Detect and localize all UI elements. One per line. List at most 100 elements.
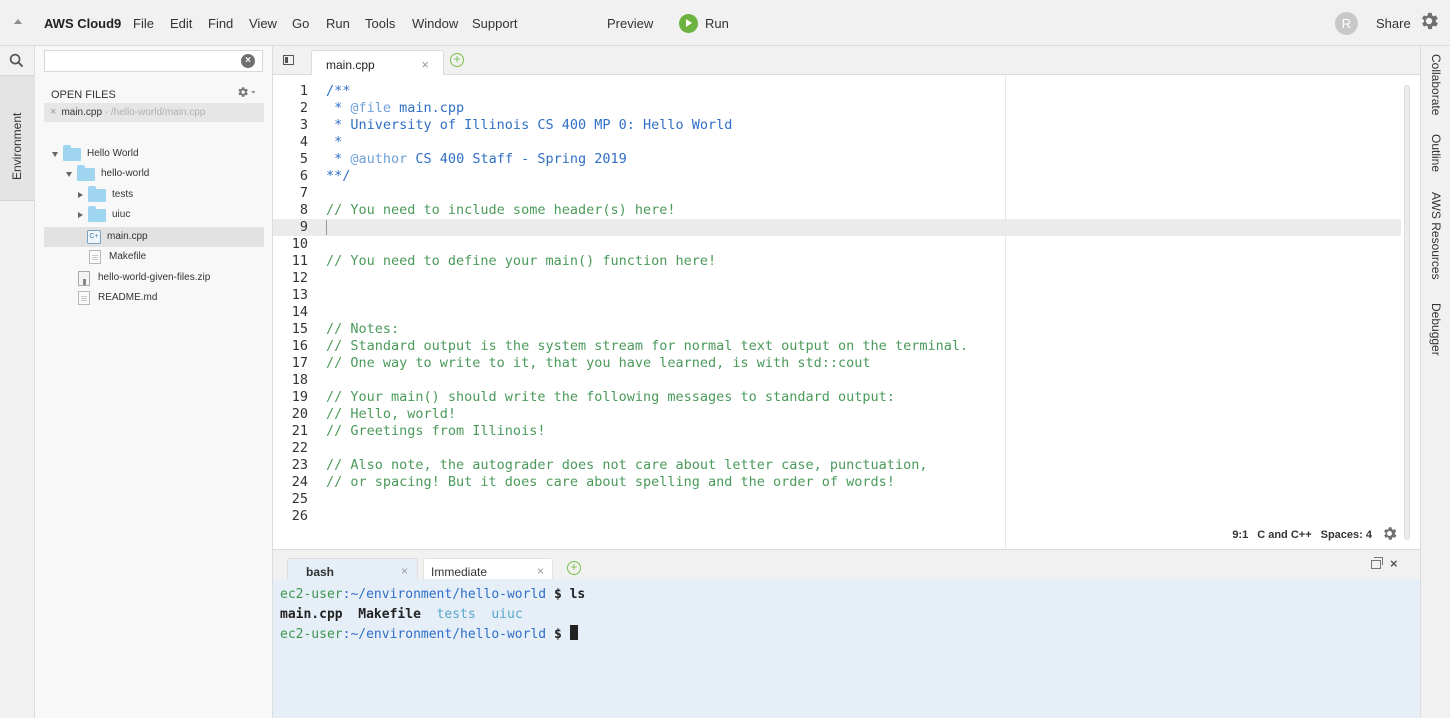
zip-file-icon: [78, 270, 90, 286]
file-icon: [78, 291, 90, 305]
ls-dir: uiuc: [491, 607, 523, 622]
tree-item-main-cpp[interactable]: C+ main.cpp: [44, 227, 264, 247]
line-number: 14: [291, 304, 308, 320]
menu-find[interactable]: Find: [208, 16, 233, 31]
gear-icon[interactable]: [1418, 10, 1440, 35]
ls-file: Makefile: [358, 607, 421, 622]
line-number: 2: [299, 100, 308, 116]
prompt-path: :~/environment/hello-world: [342, 587, 547, 602]
language-mode[interactable]: C and C++: [1257, 529, 1311, 541]
tree-item-label: README.md: [98, 292, 158, 303]
tree-item-readme[interactable]: README.md: [78, 288, 157, 308]
line-number: 23: [291, 457, 308, 473]
open-file-item[interactable]: × main.cpp - /hello-world/main.cpp: [44, 103, 264, 122]
line-number: 15: [291, 321, 308, 337]
code-line: /**: [326, 83, 351, 99]
menu-go[interactable]: Go: [292, 16, 309, 31]
prompt-user: ec2-user: [280, 627, 343, 642]
run-button[interactable]: Run: [679, 13, 729, 33]
file-icon: [89, 250, 101, 264]
expanded-arrow-icon[interactable]: [52, 151, 58, 157]
terminal-scrollbar[interactable]: [1402, 579, 1414, 718]
code-editor[interactable]: 1 2 3 4 5 6 7 8 9 10 11 12 13 14 15 16 17 18 19 20 21 22 23 24 2…: [273, 75, 1420, 549]
menu-support[interactable]: Support: [472, 16, 518, 31]
close-tab-icon[interactable]: ×: [421, 57, 429, 72]
clear-search-icon[interactable]: ×: [241, 54, 255, 68]
file-search-input[interactable]: [45, 51, 235, 71]
menu-file[interactable]: File: [133, 16, 154, 31]
close-tab-icon[interactable]: ×: [401, 564, 408, 578]
terminal-tab-label: Immediate: [431, 565, 488, 579]
prompt-path: :~/environment/hello-world: [342, 627, 547, 642]
active-line-highlight: [321, 219, 1401, 236]
indent-setting[interactable]: Spaces: 4: [1321, 529, 1372, 541]
menu-edit[interactable]: Edit: [170, 16, 192, 31]
tab-environment[interactable]: Environment: [0, 75, 35, 201]
tab-bash[interactable]: bash ×: [287, 558, 418, 581]
tree-item-label: hello-world: [101, 168, 150, 179]
file-tree-panel: × OPEN FILES × main.cpp - /hello-world/ma…: [35, 46, 273, 718]
tree-item-label: Makefile: [109, 251, 147, 262]
open-files-settings-icon[interactable]: [237, 85, 257, 102]
close-panel-icon[interactable]: ×: [1390, 556, 1398, 571]
line-number: 7: [299, 185, 308, 201]
tree-item-label: hello-world-given-files.zip: [98, 272, 211, 283]
share-button[interactable]: Share: [1376, 16, 1411, 31]
collapsed-arrow-icon[interactable]: [78, 212, 83, 218]
tab-aws-resources[interactable]: AWS Resources: [1429, 192, 1443, 280]
code-line: * @file main.cpp: [326, 100, 465, 116]
tree-item-uiuc[interactable]: uiuc: [78, 205, 130, 225]
terminal-line: main.cpp Makefile tests uiuc: [280, 605, 523, 625]
brand-menu[interactable]: AWS Cloud9: [44, 16, 121, 31]
editor-settings-gear-icon[interactable]: [1381, 525, 1398, 545]
terminal-line: ec2-user:~/environment/hello-world $: [280, 625, 578, 645]
menu-run[interactable]: Run: [326, 16, 350, 31]
terminal[interactable]: ec2-user:~/environment/hello-world $ ls …: [273, 579, 1420, 718]
close-tab-icon[interactable]: ×: [537, 564, 544, 578]
line-number: 19: [291, 389, 308, 405]
ls-file: main.cpp: [280, 607, 343, 622]
line-number: 20: [291, 406, 308, 422]
tab-outline[interactable]: Outline: [1429, 134, 1443, 172]
avatar[interactable]: R: [1335, 12, 1358, 35]
menu-window[interactable]: Window: [412, 16, 458, 31]
tab-main-cpp[interactable]: main.cpp ×: [311, 50, 444, 76]
code-line: * @author CS 400 Staff - Spring 2019: [326, 151, 627, 167]
cursor-position[interactable]: 9:1: [1232, 529, 1248, 541]
tab-debugger[interactable]: Debugger: [1429, 303, 1443, 356]
code-line: // You need to define your main() functi…: [326, 253, 717, 269]
code-line: * University of Illinois CS 400 MP 0: He…: [326, 117, 733, 133]
collapsed-arrow-icon[interactable]: [78, 192, 83, 198]
tree-item-zip[interactable]: hello-world-given-files.zip: [78, 268, 210, 288]
line-number: 11: [291, 253, 308, 269]
open-files-title: OPEN FILES: [51, 89, 116, 101]
editor-scrollbar[interactable]: [1404, 85, 1410, 540]
tree-item-hello-world-root[interactable]: Hello World: [52, 144, 139, 164]
add-terminal-icon[interactable]: +: [567, 561, 581, 575]
tree-item-makefile[interactable]: Makefile: [89, 247, 146, 267]
code-line: **/: [326, 168, 351, 184]
add-tab-icon[interactable]: +: [450, 53, 464, 67]
close-file-icon[interactable]: ×: [50, 106, 56, 118]
tab-immediate[interactable]: Immediate ×: [423, 558, 553, 581]
restore-panel-icon[interactable]: [1371, 557, 1383, 569]
tab-list-icon[interactable]: [283, 55, 294, 65]
line-number: 6: [299, 168, 308, 184]
cpp-file-icon: C+: [87, 230, 101, 244]
tree-item-hello-world[interactable]: hello-world: [66, 164, 149, 184]
preview-button[interactable]: Preview: [607, 16, 653, 31]
line-number: 25: [291, 491, 308, 507]
terminal-tab-bar: bash × Immediate × + ×: [273, 549, 1420, 581]
text-cursor: [326, 220, 327, 235]
collapse-menu-icon[interactable]: [14, 19, 22, 24]
tab-collaborate[interactable]: Collaborate: [1429, 54, 1443, 115]
line-number: 9: [299, 219, 308, 235]
run-label: Run: [705, 15, 729, 31]
tree-item-label: tests: [112, 189, 134, 200]
menu-view[interactable]: View: [249, 16, 277, 31]
tree-item-label: Hello World: [87, 148, 139, 159]
expanded-arrow-icon[interactable]: [66, 171, 72, 177]
folder-icon: [63, 144, 81, 161]
menu-tools[interactable]: Tools: [365, 16, 395, 31]
tree-item-tests[interactable]: tests: [78, 185, 133, 205]
